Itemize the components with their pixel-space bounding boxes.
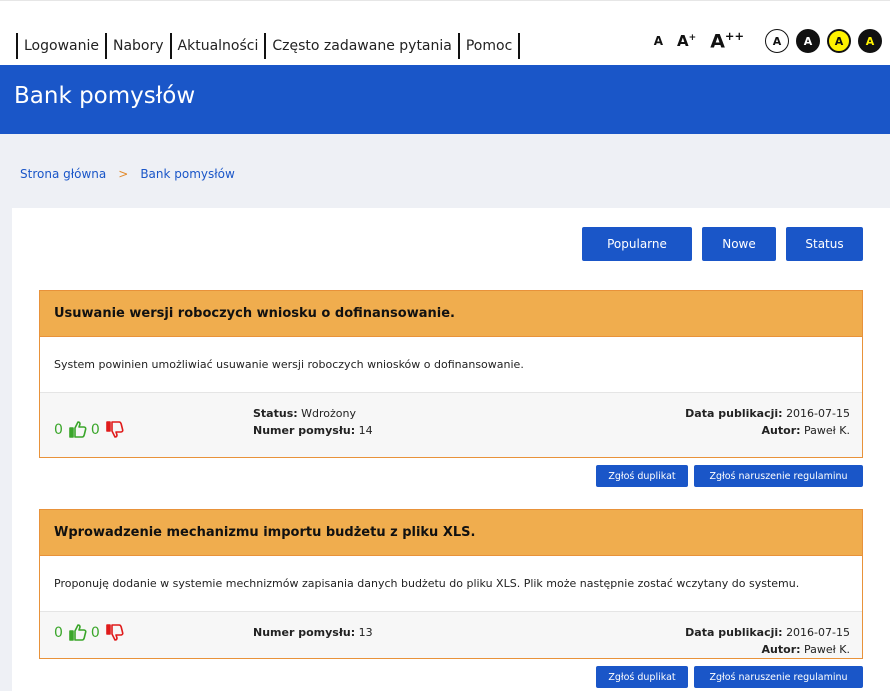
contrast-black-yellow-button[interactable]: A [858,29,882,53]
like-count: 0 [54,421,63,438]
report-violation-button[interactable]: Zgłoś naruszenie regulaminu [694,465,863,487]
idea-number-value: 14 [358,424,373,437]
status-value: Wdrożony [301,407,356,420]
thumbs-down-icon[interactable] [106,421,124,438]
report-duplicate-button[interactable]: Zgłoś duplikat [596,465,688,487]
publication-date-label: Data publikacji: [685,626,783,639]
filter-new-button[interactable]: Nowe [702,227,776,261]
font-size-large-button[interactable]: A++ [710,28,744,53]
idea-title[interactable]: Usuwanie wersji roboczych wniosku o dofi… [40,291,862,337]
font-size-small-button[interactable]: A [654,35,663,47]
idea-number-label: Numer pomysłu: [253,626,356,639]
report-violation-button[interactable]: Zgłoś naruszenie regulaminu [694,666,863,688]
accessibility-controls: A A+ A++ A A A A [654,29,882,53]
font-size-medium-sup: + [688,32,697,43]
filter-status-button[interactable]: Status [786,227,863,261]
publication-date-value: 2016-07-15 [786,626,850,639]
font-size-medium-label: A [677,31,689,50]
idea-votes: 0 0 [54,421,124,438]
nav-item-faq[interactable]: Często zadawane pytania [272,38,451,54]
nav-item-news[interactable]: Aktualności [178,38,259,54]
idea-publication-meta: Data publikacji: 2016-07-15 Autor: Paweł… [685,624,850,658]
idea-description: Proponuję dodanie w systemie mechnizmów … [40,556,862,612]
ideas-panel: Popularne Nowe Status Usuwanie wersji ro… [12,208,890,691]
idea-description: System powinien umożliwiać usuwanie wers… [40,337,862,393]
status-label: Status: [253,407,298,420]
page-title: Bank pomysłów [14,83,196,109]
contrast-default-button[interactable]: A [765,29,789,53]
idea-footer: 0 0 Status: Wdrożony Numer pomysłu: 14 D… [40,393,862,457]
page-header: Bank pomysłów [0,65,890,134]
font-size-large-label: A [710,30,725,53]
filter-popular-button[interactable]: Popularne [582,227,692,261]
author-label: Autor: [761,643,801,656]
author-label: Autor: [761,424,801,437]
author-value: Paweł K. [804,424,850,437]
idea-meta: Numer pomysłu: 13 [253,624,373,641]
breadcrumb-home-link[interactable]: Strona główna [20,167,106,181]
font-size-large-sup: ++ [724,28,744,43]
idea-meta: Status: Wdrożony Numer pomysłu: 14 [253,405,373,439]
idea-number-value: 13 [358,626,373,639]
dislike-count: 0 [90,421,100,438]
nav-separator [518,33,521,59]
dislike-count: 0 [90,624,100,641]
nav-item-login[interactable]: Logowanie [24,38,99,54]
contrast-yellow-black-button[interactable]: A [827,29,851,53]
idea-votes: 0 0 [54,624,124,641]
thumbs-down-icon[interactable] [106,624,124,641]
top-bar: Logowanie Nabory Aktualności Często zada… [0,0,890,65]
breadcrumb: Strona główna > Bank pomysłów [20,167,235,181]
thumbs-up-icon[interactable] [69,421,87,438]
font-size-small-label: A [653,34,664,48]
publication-date-label: Data publikacji: [685,407,783,420]
author-value: Paweł K. [804,643,850,656]
contrast-black-white-button[interactable]: A [796,29,820,53]
idea-publication-meta: Data publikacji: 2016-07-15 Autor: Paweł… [685,405,850,439]
nav-separator [457,33,460,59]
nav-separator [104,33,107,59]
thumbs-up-icon[interactable] [69,624,87,641]
nav-item-help[interactable]: Pomoc [466,38,512,54]
breadcrumb-current-link[interactable]: Bank pomysłów [140,167,235,181]
report-duplicate-button[interactable]: Zgłoś duplikat [596,666,688,688]
breadcrumb-separator: > [118,167,129,181]
nav-item-calls[interactable]: Nabory [113,38,164,54]
nav-separator [169,33,172,59]
like-count: 0 [54,624,63,641]
nav-separator [264,33,267,59]
font-size-medium-button[interactable]: A+ [677,31,697,50]
publication-date-value: 2016-07-15 [786,407,850,420]
idea-footer: 0 0 Numer pomysłu: 13 Data publikacji: 2… [40,612,862,658]
nav-separator [16,33,18,59]
idea-title[interactable]: Wprowadzenie mechanizmu importu budżetu … [40,510,862,556]
main-nav: Logowanie Nabory Aktualności Często zada… [10,33,526,59]
idea-number-label: Numer pomysłu: [253,424,356,437]
idea-card: Wprowadzenie mechanizmu importu budżetu … [39,509,863,659]
idea-card: Usuwanie wersji roboczych wniosku o dofi… [39,290,863,458]
